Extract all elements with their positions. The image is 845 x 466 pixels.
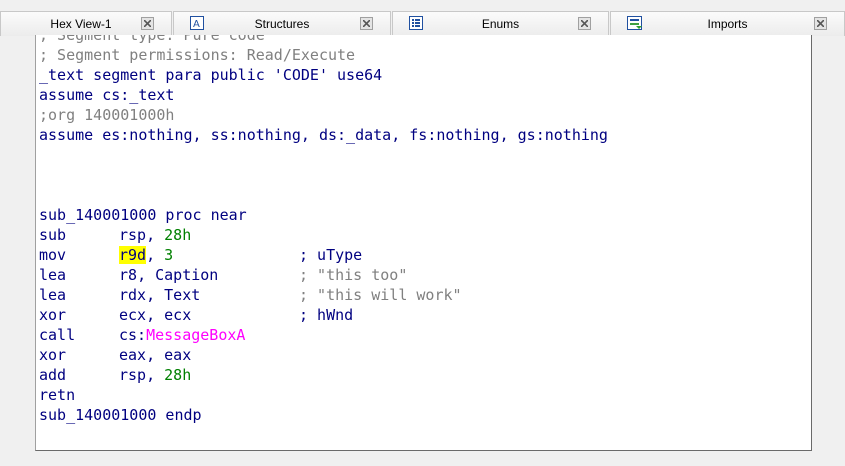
operand[interactable]: rsp bbox=[119, 226, 146, 244]
instruction-line[interactable]: xor eax, eax bbox=[39, 345, 608, 365]
string-comment: ; "this too" bbox=[299, 266, 408, 284]
segment-declaration[interactable]: _text segment para public 'CODE' use64 bbox=[39, 65, 608, 85]
operand-label[interactable]: Text bbox=[164, 286, 200, 304]
disassembly-view[interactable]: ; Segment type: Pure code ; Segment perm… bbox=[35, 35, 812, 451]
separator: , bbox=[146, 246, 165, 264]
instruction-line[interactable]: add rsp, 28h bbox=[39, 365, 608, 385]
tab-label: Imports bbox=[707, 17, 748, 31]
mnemonic: xor bbox=[39, 306, 67, 324]
close-icon[interactable] bbox=[141, 17, 154, 30]
tab-label: Enums bbox=[481, 17, 520, 31]
segment-prefix: cs: bbox=[119, 326, 147, 344]
separator: , bbox=[146, 306, 165, 324]
mnemonic: call bbox=[39, 326, 76, 344]
operand-number[interactable]: 3 bbox=[164, 246, 173, 264]
operand[interactable]: ecx bbox=[119, 306, 146, 324]
tab-bar: Hex View-1 A Structures Enums Imports bbox=[0, 0, 845, 36]
proc-end[interactable]: sub_140001000 endp bbox=[39, 405, 608, 425]
operand[interactable]: rdx bbox=[119, 286, 146, 304]
instruction-comment: ; hWnd bbox=[299, 306, 354, 324]
tab-structures[interactable]: A Structures bbox=[173, 11, 391, 36]
operand[interactable]: ecx bbox=[164, 306, 191, 324]
mnemonic: lea bbox=[39, 286, 67, 304]
close-icon[interactable] bbox=[360, 17, 373, 30]
separator: , bbox=[146, 346, 165, 364]
operand[interactable]: eax bbox=[119, 346, 146, 364]
instruction-line[interactable]: lea rdx, Text ; "this will work" bbox=[39, 285, 608, 305]
mnemonic: sub bbox=[39, 226, 67, 244]
instruction-line[interactable]: lea r8, Caption ; "this too" bbox=[39, 265, 608, 285]
tab-label: Structures bbox=[254, 17, 310, 31]
mnemonic: add bbox=[39, 366, 67, 384]
instruction-line[interactable]: mov r9d, 3 ; uType bbox=[39, 245, 608, 265]
mnemonic: retn bbox=[39, 386, 76, 404]
instruction-line[interactable]: xor ecx, ecx ; hWnd bbox=[39, 305, 608, 325]
operand-number[interactable]: 28h bbox=[164, 366, 191, 384]
mnemonic: lea bbox=[39, 266, 67, 284]
mnemonic: xor bbox=[39, 346, 67, 364]
close-icon[interactable] bbox=[578, 17, 591, 30]
instruction-line[interactable]: sub rsp, 28h bbox=[39, 225, 608, 245]
tab-hex-view[interactable]: Hex View-1 bbox=[0, 11, 172, 36]
instruction-comment: ; uType bbox=[299, 246, 363, 264]
segment-permissions-comment: ; Segment permissions: Read/Execute bbox=[39, 46, 356, 64]
segment-type-comment: ; Segment type: Pure code bbox=[39, 35, 265, 44]
operand-number[interactable]: 28h bbox=[164, 226, 191, 244]
mnemonic: mov bbox=[39, 246, 67, 264]
operand[interactable]: rsp bbox=[119, 366, 146, 384]
import-reference[interactable]: MessageBoxA bbox=[146, 326, 245, 344]
code-listing: ; Segment type: Pure code ; Segment perm… bbox=[39, 35, 608, 425]
assume-segments-line[interactable]: assume es:nothing, ss:nothing, ds:_data,… bbox=[39, 125, 608, 145]
close-icon[interactable] bbox=[814, 17, 827, 30]
instruction-line[interactable]: call cs:MessageBoxA bbox=[39, 325, 608, 345]
tab-imports[interactable]: Imports bbox=[610, 11, 845, 36]
instruction-line[interactable]: retn bbox=[39, 385, 608, 405]
separator: , bbox=[146, 366, 165, 384]
proc-start[interactable]: sub_140001000 proc near bbox=[39, 205, 608, 225]
separator: , bbox=[146, 226, 165, 244]
operand-label[interactable]: Caption bbox=[155, 266, 218, 284]
highlighted-register[interactable]: r9d bbox=[119, 246, 147, 264]
separator: , bbox=[137, 266, 156, 284]
assume-cs-line[interactable]: assume cs:_text bbox=[39, 85, 608, 105]
operand[interactable]: eax bbox=[164, 346, 191, 364]
operand[interactable]: r8 bbox=[119, 266, 137, 284]
tab-enums[interactable]: Enums bbox=[392, 11, 609, 36]
org-comment: ;org 140001000h bbox=[39, 106, 175, 124]
separator: , bbox=[146, 286, 165, 304]
string-comment: ; "this will work" bbox=[299, 286, 462, 304]
